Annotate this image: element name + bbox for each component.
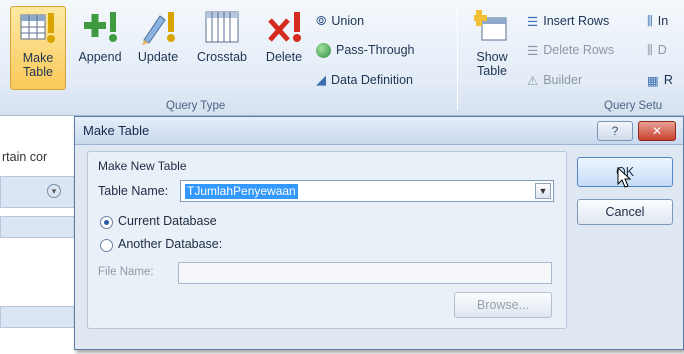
ruler-icon: ◢ <box>316 72 326 87</box>
field-list-header: ▾ <box>0 176 80 208</box>
crosstab-button[interactable]: Crosstab <box>190 6 254 90</box>
dropdown-arrow-icon[interactable]: ▼ <box>535 183 551 199</box>
dialog-titlebar[interactable]: Make Table <box>75 117 683 145</box>
delete-columns-icon: ⫼ <box>647 42 653 57</box>
data-definition-label: Data Definition <box>331 73 413 87</box>
union-icon: ⦾ <box>316 13 327 28</box>
make-table-label: Make Table <box>22 51 54 79</box>
crosstab-label: Crosstab <box>196 50 248 64</box>
builder-label: Builder <box>543 73 583 87</box>
data-definition-button[interactable]: ◢ Data Definition <box>316 70 413 90</box>
show-table-label: Show Table <box>476 50 508 78</box>
delete-columns-label: D <box>657 43 667 57</box>
insert-columns-label: In <box>657 14 669 28</box>
browse-button[interactable]: Browse... <box>454 292 552 318</box>
insert-columns-button[interactable]: ⫼ In <box>647 11 668 31</box>
pass-through-label: Pass-Through <box>336 43 415 57</box>
make-table-dialog: Make Table ? ✕ Make New Table Table Name… <box>74 116 684 350</box>
table-name-combobox[interactable]: TJumlahPenyewaan ▼ <box>180 180 554 202</box>
delete-button[interactable]: Delete <box>258 6 310 90</box>
table-name-input[interactable]: TJumlahPenyewaan <box>185 184 298 199</box>
cancel-button[interactable]: Cancel <box>577 199 673 225</box>
delete-icon <box>258 8 310 46</box>
union-button[interactable]: ⦾ Union <box>316 11 364 31</box>
show-table-icon <box>470 8 514 46</box>
delete-label: Delete <box>265 50 303 64</box>
delete-rows-button[interactable]: ☰ Delete Rows <box>527 40 614 60</box>
insert-rows-icon: ☰ <box>527 14 539 29</box>
dialog-title: Make Table <box>83 123 150 138</box>
globe-icon <box>316 42 331 58</box>
ribbon-separator <box>457 4 458 110</box>
table-name-label: Table Name: <box>98 184 169 198</box>
union-label: Union <box>331 14 365 28</box>
update-button[interactable]: Update <box>130 6 186 90</box>
section-label: Make New Table <box>98 159 187 173</box>
query-type-group-label: Query Type <box>166 100 226 112</box>
append-label: Append <box>78 50 122 64</box>
return-icon: ▦ <box>647 73 659 88</box>
help-button[interactable]: ? <box>597 121 633 141</box>
return-label: R <box>663 73 673 87</box>
current-database-radio[interactable] <box>100 216 113 229</box>
ribbon: Make Table Append Update Crosstab Delete… <box>0 0 684 116</box>
file-name-label: File Name: <box>98 266 154 278</box>
grid-row <box>0 216 80 238</box>
show-table-button[interactable]: Show Table <box>470 6 514 90</box>
insert-rows-button[interactable]: ☰ Insert Rows <box>527 11 609 31</box>
insert-rows-label: Insert Rows <box>543 14 610 28</box>
mouse-cursor-icon <box>617 167 632 188</box>
delete-rows-icon: ☰ <box>527 43 539 58</box>
another-database-label: Another Database: <box>118 237 223 251</box>
return-button[interactable]: ▦ R <box>647 70 673 90</box>
delete-rows-label: Delete Rows <box>543 43 615 57</box>
update-icon <box>130 8 186 46</box>
screen: Make Table Append Update Crosstab Delete… <box>0 0 684 354</box>
query-setup-group-label: Query Setu <box>604 100 663 112</box>
help-icon: ? <box>611 124 619 138</box>
make-table-icon <box>11 9 65 47</box>
make-table-button[interactable]: Make Table <box>10 6 66 90</box>
chevron-down-icon[interactable]: ▾ <box>47 184 61 198</box>
file-name-input[interactable] <box>178 262 552 284</box>
current-database-label: Current Database <box>118 214 217 228</box>
builder-icon: ⚠ <box>527 73 539 88</box>
builder-button[interactable]: ⚠ Builder <box>527 70 582 90</box>
another-database-radio[interactable] <box>100 239 113 252</box>
crosstab-icon <box>190 8 254 46</box>
delete-columns-button[interactable]: ⫼ D <box>647 40 667 60</box>
make-new-table-group: Make New Table Table Name: TJumlahPenyew… <box>87 151 567 329</box>
close-button[interactable]: ✕ <box>638 121 676 141</box>
background-text: rtain cor <box>2 150 48 164</box>
append-icon <box>72 8 128 46</box>
grid-row <box>0 306 80 328</box>
close-icon: ✕ <box>651 124 663 138</box>
pass-through-button[interactable]: Pass-Through <box>316 40 415 60</box>
insert-columns-icon: ⫼ <box>647 13 653 28</box>
append-button[interactable]: Append <box>72 6 128 90</box>
update-label: Update <box>137 50 179 64</box>
